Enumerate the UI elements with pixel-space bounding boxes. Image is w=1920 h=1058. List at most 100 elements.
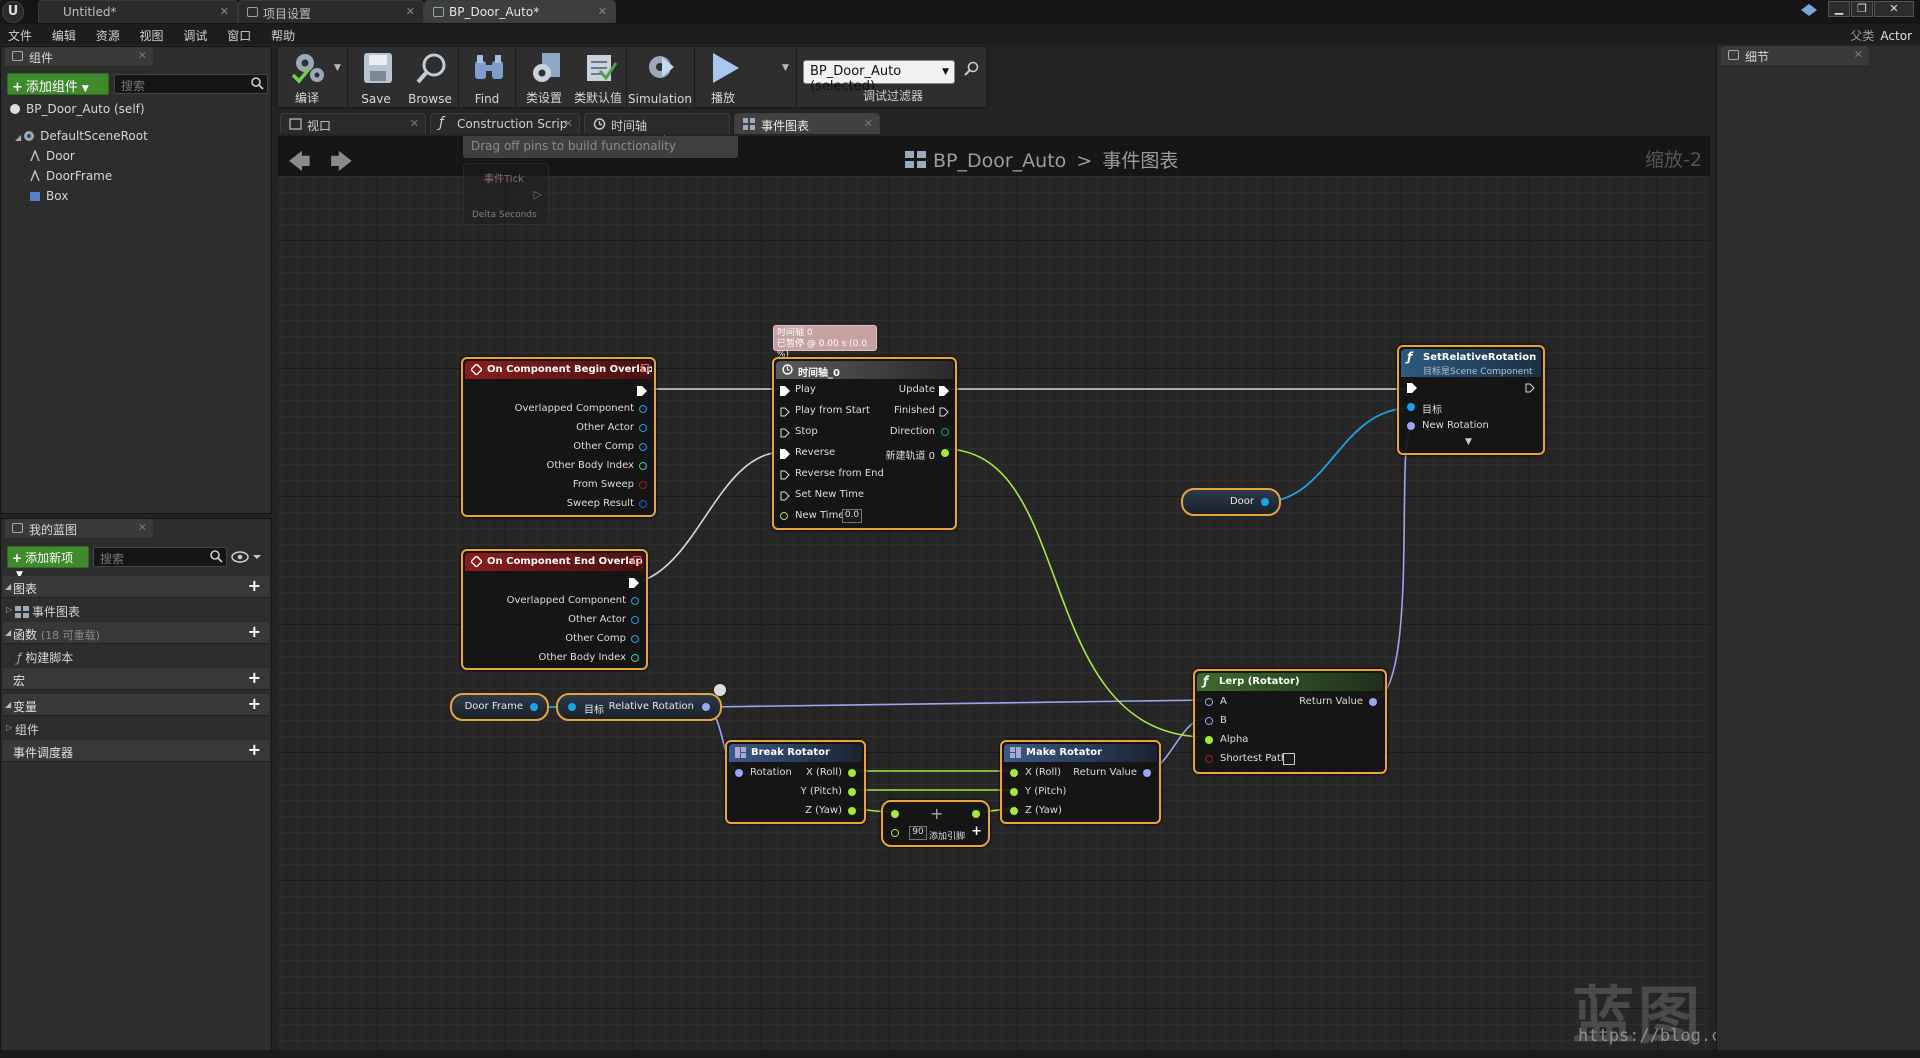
close-icon[interactable]: ✕ [138,521,147,534]
tree-item-door[interactable]: Door [29,149,75,163]
tab-event-graph[interactable]: 事件图表 ✕ [734,113,880,134]
add-event-dispatcher-button[interactable]: + [248,742,261,758]
integer-pin-icon[interactable] [631,654,639,662]
menu-help[interactable]: 帮助 [263,24,303,44]
add-variable-button[interactable]: + [248,696,261,712]
exec-out-pin-icon[interactable] [637,386,647,396]
my-blueprint-tab[interactable]: 我的蓝图 ✕ [5,519,153,538]
doc-tab-untitled[interactable]: Untitled* ✕ [38,0,238,23]
exec-out-pin-icon[interactable]: ▷ [534,188,542,201]
float-pin-icon[interactable] [848,788,856,796]
ghost-event-tick-node[interactable]: 事件Tick ▷ Delta Seconds [463,163,549,225]
tree-item-box[interactable]: Box [29,189,68,203]
struct-pin-icon[interactable] [639,500,647,508]
compile-button[interactable]: 编译 [280,49,334,107]
boolean-pin-icon[interactable] [1205,755,1213,763]
float-pin-icon[interactable] [848,807,856,815]
float-pin-icon[interactable] [1010,807,1018,815]
reroute-knot-icon[interactable] [714,684,726,696]
section-macros[interactable]: 宏 + [3,668,269,690]
integer-pin-icon[interactable] [639,462,647,470]
node-get-relative-rotation[interactable]: 目标 Relative Rotation [556,693,722,721]
exec-in-pin-icon[interactable] [1407,383,1417,393]
float-pin-icon[interactable] [780,512,788,520]
tab-construction-script[interactable]: ƒ Construction Scrip ✕ [430,113,580,134]
expand-arrow-icon[interactable]: ◢ [15,133,21,142]
object-pin-icon[interactable] [530,703,538,711]
close-icon[interactable]: ✕ [598,5,607,18]
exec-in-pin-icon[interactable] [780,491,790,501]
my-blueprint-search-input[interactable]: 搜索 [93,547,227,567]
tree-item-doorframe[interactable]: DoorFrame [29,169,112,183]
unreal-logo-icon[interactable]: U [2,1,24,23]
float-pin-icon[interactable] [1010,788,1018,796]
float-pin-icon[interactable] [1010,769,1018,777]
doc-tab-project-settings[interactable]: 项目设置 ✕ [238,0,424,23]
delegate-pin-icon[interactable] [633,556,641,564]
close-icon[interactable]: ✕ [410,117,419,130]
class-defaults-button[interactable]: 类默认值 [571,49,625,107]
menu-asset[interactable]: 资源 [88,24,128,44]
add-pin-label[interactable]: 添加引脚 [929,829,965,842]
debug-object-select[interactable]: BP_Door_Auto (selected) ▼ [803,60,955,94]
rotator-pin-icon[interactable] [1143,769,1151,777]
new-time-input[interactable]: 0.0 [842,509,862,523]
rotator-pin-icon[interactable] [1369,698,1377,706]
node-set-relative-rotation[interactable]: ƒ SetRelativeRotation 目标是Scene Component… [1397,345,1545,455]
breadcrumb-root[interactable]: BP_Door_Auto [933,150,1066,172]
shortest-path-checkbox[interactable] [1283,753,1295,765]
details-tab[interactable]: 细节 ✕ [1721,46,1869,65]
play-button[interactable]: 播放 [696,49,750,107]
tree-item-self[interactable]: BP_Door_Auto (self) [9,102,145,116]
collapse-arrow-icon[interactable]: ◢ [5,628,11,637]
source-control-icon[interactable] [1800,3,1818,17]
minimize-icon[interactable]: ▁ [1828,1,1850,17]
exec-in-pin-icon[interactable] [780,407,790,417]
rotator-pin-icon[interactable] [1205,717,1213,725]
float-pin-icon[interactable] [1205,736,1213,744]
node-break-rotator[interactable]: Break Rotator Rotation X (Roll) Y (Pitch… [725,740,866,824]
tab-timeline-template[interactable]: 时间轴_0_Template [584,113,730,148]
float-pin-icon[interactable] [972,810,980,818]
find-button[interactable]: Find [460,49,514,107]
simulation-button[interactable]: Simulation [628,49,692,107]
boolean-pin-icon[interactable] [639,481,647,489]
object-pin-icon[interactable] [639,405,647,413]
float-pin-icon[interactable] [891,829,899,837]
parent-class-link[interactable]: Actor [1880,29,1912,43]
menu-file[interactable]: 文件 [0,24,40,44]
forward-arrow-icon[interactable]: 🡆 [330,145,353,183]
exec-in-pin-icon[interactable] [780,449,790,459]
maximize-icon[interactable]: ❐ [1851,1,1873,17]
float-pin-icon[interactable] [848,769,856,777]
components-tab[interactable]: 组件 ✕ [5,47,153,66]
collapse-arrow-icon[interactable]: ◢ [5,700,11,709]
node-add-float[interactable]: + 90 添加引脚 + [881,800,990,847]
object-pin-icon[interactable] [568,703,576,711]
rotator-pin-icon[interactable] [1205,698,1213,706]
rotator-pin-icon[interactable] [1407,422,1415,430]
float-pin-icon[interactable] [891,810,899,818]
float-pin-icon[interactable] [941,449,949,457]
section-variables[interactable]: ◢ 变量 + [3,694,269,716]
exec-out-pin-icon[interactable] [629,578,639,588]
collapse-arrow-icon[interactable]: ◢ [5,582,11,591]
node-get-door[interactable]: Door [1181,488,1281,516]
node-timeline[interactable]: 时间轴_0 Play Play from Start Stop Reverse … [772,357,957,530]
browse-button[interactable]: Browse [403,49,457,107]
exec-in-pin-icon[interactable] [780,470,790,480]
graph-item-event-graph[interactable]: ▷ 事件图表 [3,600,269,620]
tab-viewport[interactable]: 视口 ✕ [280,113,426,134]
rotator-pin-icon[interactable] [702,703,710,711]
add-pin-icon[interactable]: + [971,824,982,839]
close-icon[interactable]: ✕ [1854,48,1863,61]
close-window-icon[interactable]: ✕ [1874,1,1914,17]
add-graph-button[interactable]: + [248,578,261,594]
rotator-pin-icon[interactable] [735,769,743,777]
menu-window[interactable]: 窗口 [219,24,259,44]
expand-arrow-icon[interactable]: ▷ [6,605,12,614]
close-icon[interactable]: ✕ [406,5,415,18]
expand-arrow-icon[interactable]: ▷ [6,723,12,732]
section-functions[interactable]: ◢ 函数 (18 可重载) + [3,622,269,644]
add-value-input[interactable]: 90 [909,826,927,840]
